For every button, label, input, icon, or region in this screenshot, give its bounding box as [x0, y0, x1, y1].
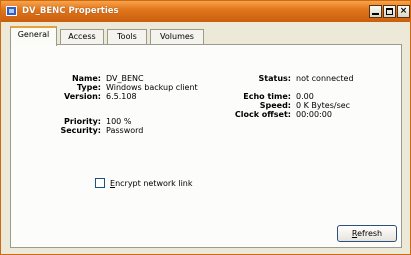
encrypt-network-link-checkbox[interactable] — [95, 178, 105, 188]
speed-value: 0 K Bytes/sec — [296, 101, 351, 110]
priority-value: 100 % — [106, 117, 132, 126]
general-panel: Name: DV_BENC Type: Windows backup clien… — [10, 44, 402, 248]
close-button[interactable]: × — [397, 5, 410, 18]
clock-offset-value: 00:00:00 — [296, 110, 332, 119]
name-label: Name: — [71, 74, 101, 83]
type-label: Type: — [76, 83, 101, 92]
title-bar[interactable]: DV_BENC Properties × — [1, 1, 410, 22]
maximize-button[interactable] — [383, 5, 396, 18]
maximize-icon — [386, 8, 393, 15]
status-value: not connected — [296, 74, 354, 83]
version-value: 6.5.108 — [106, 92, 137, 101]
tab-access[interactable]: Access — [60, 29, 104, 45]
echo-time-value: 0.00 — [296, 92, 314, 101]
tab-general[interactable]: General — [10, 26, 57, 46]
encrypt-network-link-label[interactable]: Encrypt network link — [110, 179, 193, 188]
close-icon: × — [399, 6, 408, 16]
properties-dialog: DV_BENC Properties × General Access Tool… — [0, 0, 411, 255]
window-title: DV_BENC Properties — [22, 6, 119, 16]
type-value: Windows backup client — [106, 83, 198, 92]
version-label: Version: — [63, 92, 101, 101]
speed-label: Speed: — [259, 101, 291, 110]
app-icon — [6, 6, 17, 16]
echo-time-label: Echo time: — [243, 92, 291, 101]
minimize-icon — [372, 13, 379, 15]
security-value: Password — [106, 126, 144, 135]
tab-tools[interactable]: Tools — [107, 29, 147, 45]
status-label: Status: — [258, 74, 291, 83]
name-value: DV_BENC — [106, 74, 144, 83]
refresh-button[interactable]: Refresh — [337, 225, 397, 242]
clock-offset-label: Clock offset: — [234, 110, 291, 119]
minimize-button[interactable] — [369, 5, 382, 18]
tab-volumes[interactable]: Volumes — [150, 29, 204, 45]
priority-label: Priority: — [64, 117, 101, 126]
security-label: Security: — [60, 126, 101, 135]
